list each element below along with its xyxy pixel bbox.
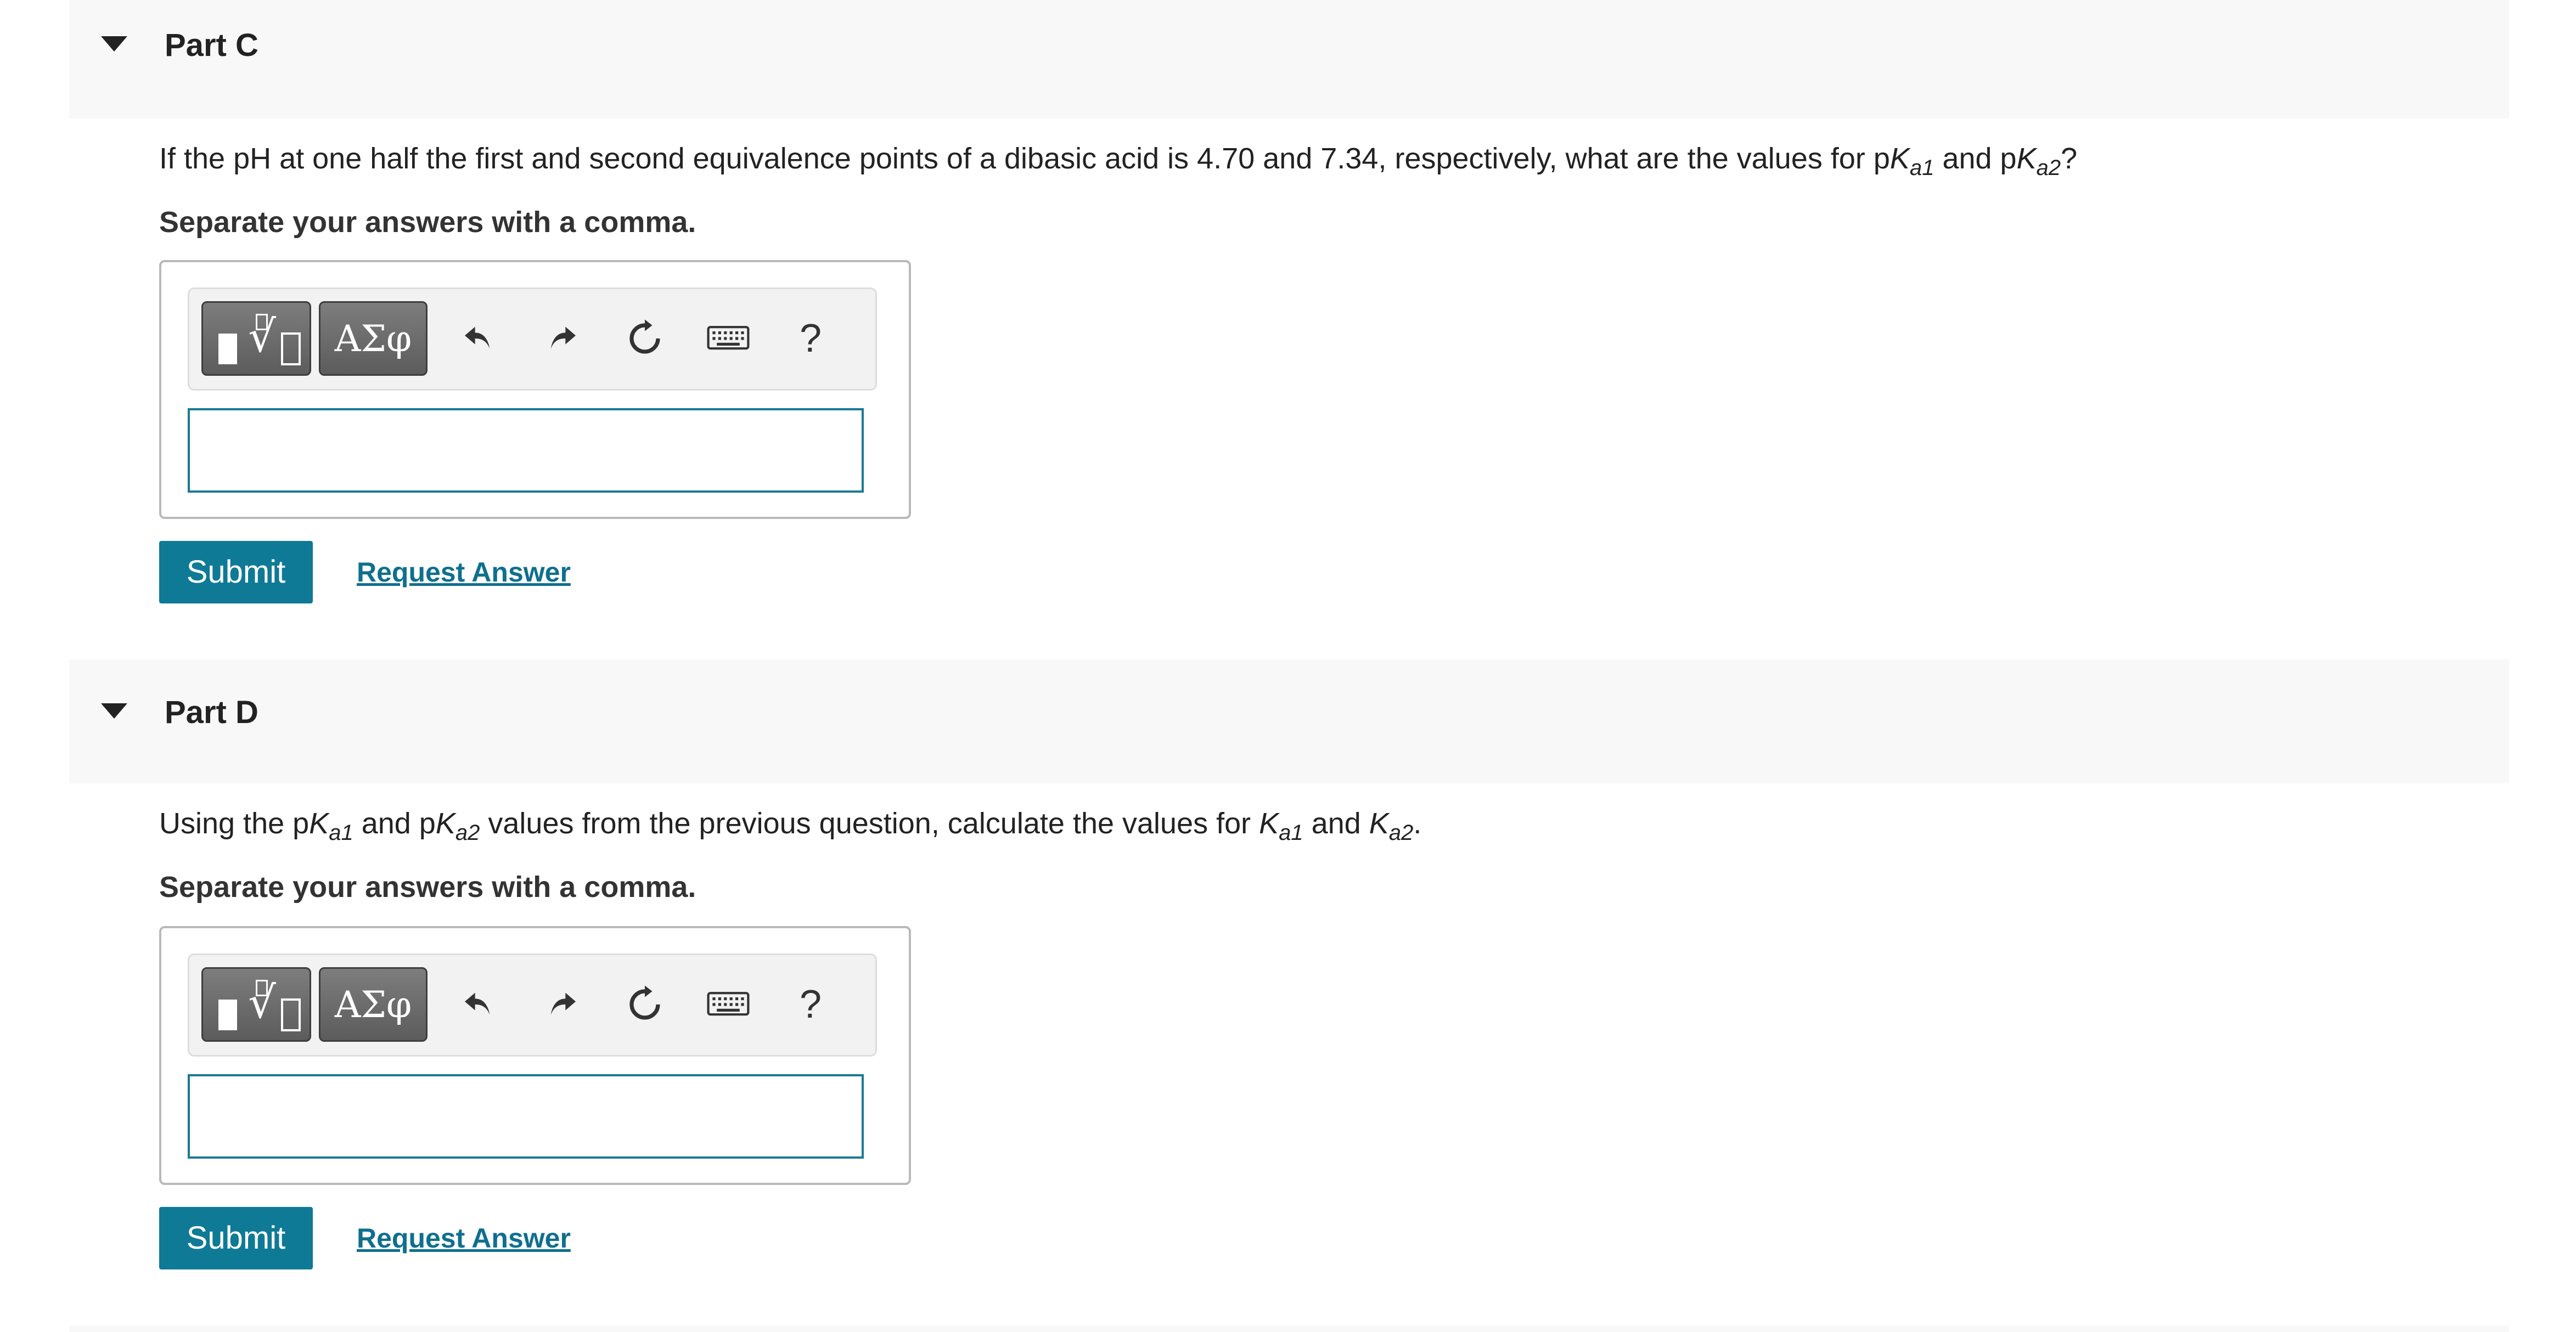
math-toolbar: √ ΑΣφ ? [188, 287, 877, 391]
undo-icon[interactable] [447, 974, 509, 1035]
part-c-submit-button[interactable]: Submit [159, 541, 313, 603]
part-c-request-answer-link[interactable]: Request Answer [357, 558, 571, 586]
undo-icon[interactable] [447, 308, 509, 369]
part-d-title: Part D [165, 695, 258, 730]
next-part-header-edge [69, 1325, 2509, 1332]
part-d-submit-button[interactable]: Submit [159, 1207, 313, 1269]
caret-down-icon[interactable] [101, 703, 127, 719]
part-d-header[interactable]: Part D [69, 659, 2509, 783]
part-c-answer-input[interactable] [188, 408, 864, 493]
templates-button[interactable]: √ [201, 301, 311, 376]
part-c-question: If the pH at one half the first and seco… [159, 142, 2078, 180]
part-c-header[interactable]: Part C [69, 0, 2509, 118]
part-c-answer-box: √ ΑΣφ ? [159, 260, 911, 519]
redo-icon[interactable] [532, 974, 593, 1035]
part-d-answer-box: √ ΑΣφ ? [159, 926, 911, 1185]
reset-icon[interactable] [614, 308, 676, 369]
part-d-instruction: Separate your answers with a comma. [159, 871, 696, 904]
help-button[interactable]: ? [780, 308, 841, 369]
keyboard-icon[interactable] [698, 308, 759, 369]
redo-icon[interactable] [532, 308, 593, 369]
part-d-request-answer-link[interactable]: Request Answer [357, 1224, 571, 1252]
caret-down-icon[interactable] [101, 36, 127, 52]
part-d-question: Using the pKa1 and pKa2 values from the … [159, 807, 1422, 845]
greek-symbols-button[interactable]: ΑΣφ [319, 967, 428, 1042]
part-c-title: Part C [165, 27, 258, 63]
part-d-answer-input[interactable] [188, 1074, 864, 1159]
templates-button[interactable]: √ [201, 967, 311, 1042]
keyboard-icon[interactable] [698, 974, 759, 1035]
reset-icon[interactable] [614, 974, 676, 1035]
greek-symbols-button[interactable]: ΑΣφ [319, 301, 428, 376]
math-toolbar: √ ΑΣφ ? [188, 953, 877, 1057]
help-button[interactable]: ? [780, 974, 841, 1035]
part-c-instruction: Separate your answers with a comma. [159, 206, 696, 239]
page: Part C If the pH at one half the first a… [0, 0, 2576, 1332]
